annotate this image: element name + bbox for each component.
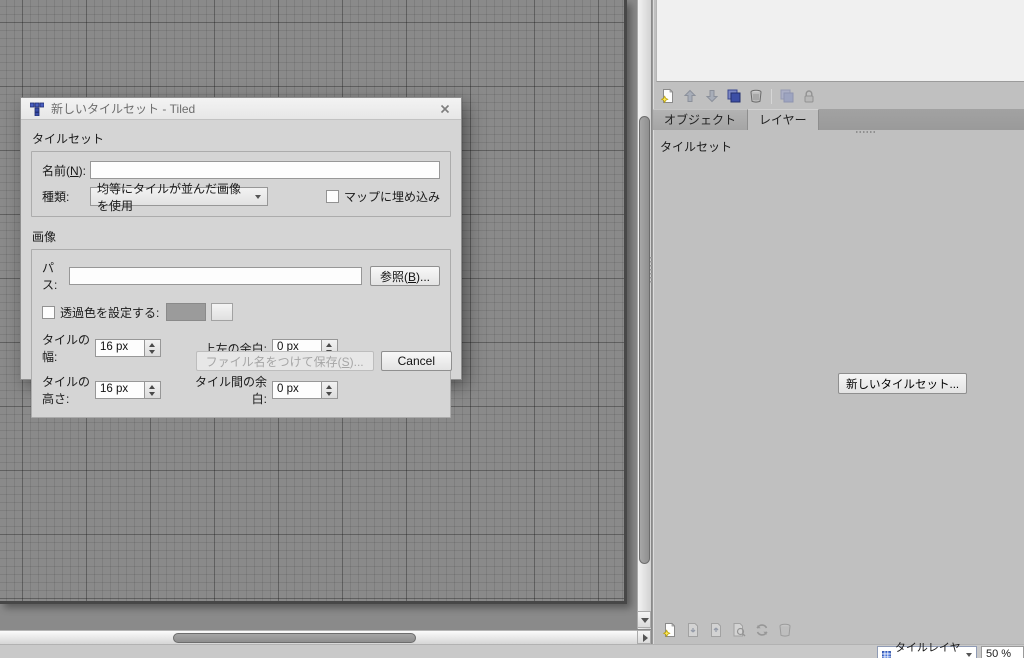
name-input[interactable] bbox=[90, 161, 440, 179]
spacing-label: タイル間の余白: bbox=[183, 373, 267, 407]
import-tileset-icon[interactable] bbox=[685, 622, 701, 638]
current-layer-combo[interactable]: タイルレイヤー1 bbox=[877, 646, 977, 658]
name-label: 名前(N): bbox=[42, 162, 90, 179]
save-as-button[interactable]: ファイル名をつけて保存(S)... bbox=[196, 351, 374, 371]
map-vertical-scrollbar-thumb[interactable] bbox=[639, 116, 650, 564]
new-tileset-button[interactable]: 新しいタイルセット... bbox=[838, 373, 967, 394]
tile-width-value[interactable]: 16 px bbox=[95, 339, 145, 357]
tile-height-value[interactable]: 16 px bbox=[95, 381, 145, 399]
new-tileset-dialog: 新しいタイルセット - Tiled タイルセット 名前(N): 種類: 均等にタ… bbox=[20, 97, 462, 380]
new-layer-icon[interactable] bbox=[660, 88, 676, 104]
tileset-type-value: 均等にタイルが並んだ画像を使用 bbox=[97, 180, 251, 214]
spinner-arrows[interactable] bbox=[322, 381, 338, 399]
lock-layer-icon[interactable] bbox=[801, 88, 817, 104]
embed-in-map-label: マップに埋め込み bbox=[344, 188, 440, 205]
new-tileset-icon[interactable] bbox=[662, 622, 678, 638]
image-group-box: パス: 参照(B)... 透過色を設定する: タイルの幅: 16 px 上左の余… bbox=[31, 249, 451, 418]
image-group-title: 画像 bbox=[32, 228, 451, 245]
dialog-title: 新しいタイルセット - Tiled bbox=[51, 100, 431, 117]
raise-layer-icon[interactable] bbox=[682, 88, 698, 104]
toolbar-separator bbox=[771, 89, 772, 104]
arrow-down-icon bbox=[641, 618, 649, 623]
transparent-color-checkbox-group[interactable]: 透過色を設定する: bbox=[42, 304, 159, 321]
layer-toolbar bbox=[653, 84, 1024, 108]
transparent-color-checkbox[interactable] bbox=[42, 306, 55, 319]
cancel-button[interactable]: Cancel bbox=[381, 351, 452, 371]
spin-up-icon[interactable] bbox=[322, 340, 337, 348]
current-layer-label: タイルレイヤー1 bbox=[895, 639, 962, 658]
right-dock-panel: オブジェクト レイヤー タイルセット 新しいタイルセット... bbox=[652, 0, 1024, 644]
spin-down-icon[interactable] bbox=[145, 390, 160, 398]
export-tileset-icon[interactable] bbox=[708, 622, 724, 638]
tile-width-label: タイルの幅: bbox=[42, 331, 95, 365]
layers-list[interactable] bbox=[656, 0, 1024, 82]
panel-splitter-handle[interactable] bbox=[650, 257, 652, 285]
scroll-down-button[interactable] bbox=[637, 611, 651, 628]
tileset-toolbar bbox=[653, 618, 1024, 642]
duplicate-layer-icon[interactable] bbox=[726, 88, 742, 104]
path-input[interactable] bbox=[69, 267, 362, 285]
path-label: パス: bbox=[42, 259, 69, 293]
reload-tileset-icon[interactable] bbox=[754, 622, 770, 638]
spin-down-icon[interactable] bbox=[145, 348, 160, 356]
color-swatch-button[interactable] bbox=[166, 303, 206, 321]
remove-layer-icon[interactable] bbox=[748, 88, 764, 104]
spinner-arrows[interactable] bbox=[145, 381, 161, 399]
type-label: 種類: bbox=[42, 188, 90, 205]
tiled-logo-icon bbox=[30, 102, 44, 116]
transparent-color-label: 透過色を設定する: bbox=[60, 304, 159, 321]
map-vertical-scrollbar[interactable] bbox=[637, 0, 651, 629]
close-icon[interactable] bbox=[438, 102, 452, 116]
tile-height-spinner[interactable]: 16 px bbox=[95, 381, 161, 399]
tile-height-label: タイルの高さ: bbox=[42, 373, 95, 407]
spacing-spinner[interactable]: 0 px bbox=[272, 381, 338, 399]
tile-grid-icon bbox=[882, 650, 891, 658]
spinner-arrows[interactable] bbox=[145, 339, 161, 357]
tab-objects[interactable]: オブジェクト bbox=[653, 109, 748, 130]
map-horizontal-scrollbar-thumb[interactable] bbox=[173, 633, 416, 643]
lower-layer-icon[interactable] bbox=[704, 88, 720, 104]
chevron-down-icon bbox=[966, 653, 972, 657]
spin-down-icon[interactable] bbox=[322, 390, 337, 398]
arrow-right-icon bbox=[643, 634, 648, 642]
edit-tileset-icon[interactable] bbox=[731, 622, 747, 638]
scroll-right-button[interactable] bbox=[637, 630, 651, 644]
highlight-current-layer-icon[interactable] bbox=[779, 88, 795, 104]
embed-in-map-checkbox[interactable] bbox=[326, 190, 339, 203]
map-horizontal-scrollbar[interactable] bbox=[0, 630, 637, 644]
tab-layers[interactable]: レイヤー bbox=[748, 109, 819, 130]
zoom-level-field[interactable]: 50 % bbox=[981, 646, 1024, 658]
spin-up-icon[interactable] bbox=[145, 382, 160, 390]
color-picker-button[interactable] bbox=[211, 303, 233, 321]
dialog-body: タイルセット 名前(N): 種類: 均等にタイルが並んだ画像を使用 マップに埋め… bbox=[21, 120, 461, 380]
tileset-type-combo[interactable]: 均等にタイルが並んだ画像を使用 bbox=[90, 187, 268, 206]
dock-tab-bar: オブジェクト レイヤー bbox=[653, 109, 1024, 130]
embed-in-map-checkbox-group[interactable]: マップに埋め込み bbox=[326, 188, 440, 205]
dialog-title-bar[interactable]: 新しいタイルセット - Tiled bbox=[21, 98, 461, 120]
tile-width-spinner[interactable]: 16 px bbox=[95, 339, 161, 357]
spacing-value[interactable]: 0 px bbox=[272, 381, 322, 399]
spin-up-icon[interactable] bbox=[322, 382, 337, 390]
browse-button[interactable]: 参照(B)... bbox=[370, 266, 440, 286]
remove-tileset-icon[interactable] bbox=[777, 622, 793, 638]
chevron-down-icon bbox=[255, 195, 261, 199]
spin-up-icon[interactable] bbox=[145, 340, 160, 348]
tileset-dock-title: タイルセット bbox=[660, 138, 732, 155]
tileset-group-title: タイルセット bbox=[32, 130, 451, 147]
dock-splitter-handle[interactable] bbox=[856, 131, 876, 133]
status-bar bbox=[0, 644, 1024, 658]
tileset-group-box: 名前(N): 種類: 均等にタイルが並んだ画像を使用 マップに埋め込み bbox=[31, 151, 451, 217]
